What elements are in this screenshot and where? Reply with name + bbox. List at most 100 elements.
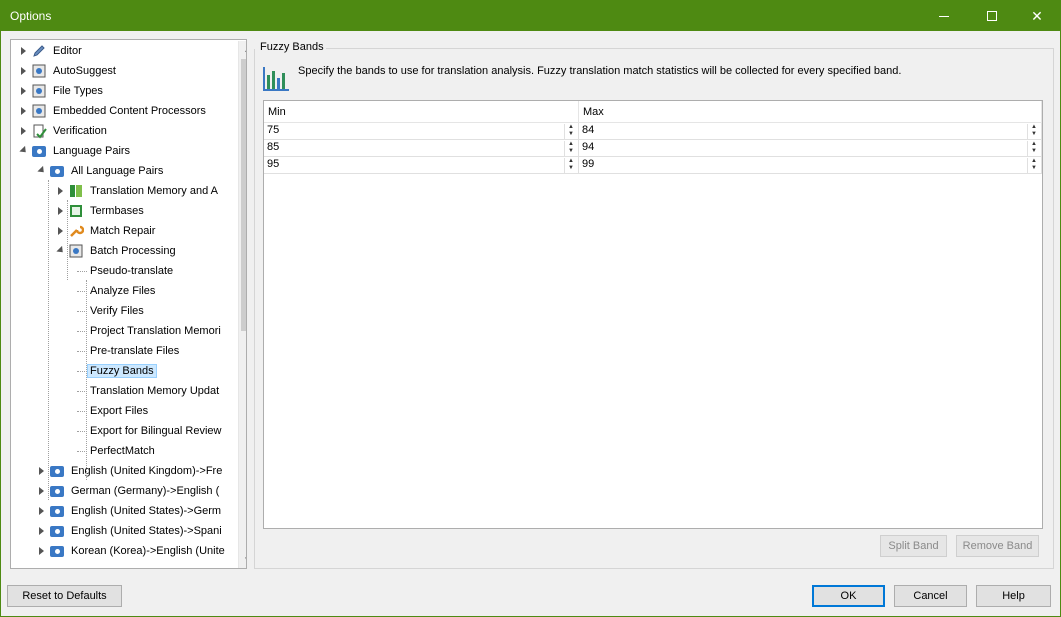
tree-item-label: Export Files <box>90 405 149 417</box>
expand-icon[interactable] <box>38 467 46 475</box>
language-pair-icon <box>49 163 65 179</box>
max-stepper[interactable]: 94 ▲ ▼ <box>579 140 1042 157</box>
spin-down-icon[interactable]: ▼ <box>565 131 577 138</box>
termbase-icon <box>68 203 84 219</box>
tree-item[interactable]: Batch Processing <box>68 242 179 260</box>
expand-icon[interactable] <box>20 67 28 75</box>
tree-item-label: Pre-translate Files <box>90 345 180 357</box>
tree-item[interactable]: Translation Memory Updat <box>87 382 222 400</box>
help-button[interactable]: Help <box>976 585 1051 607</box>
tree-item[interactable]: File Types <box>31 82 106 100</box>
tree-item[interactable]: Export Files <box>87 402 151 420</box>
column-header-max[interactable]: Max <box>579 101 1042 123</box>
tree-item[interactable]: English (United States)->Spani <box>49 522 225 540</box>
close-button[interactable]: ✕ <box>1014 1 1060 31</box>
tree-item[interactable]: Korean (Korea)->English (Unite <box>49 542 228 560</box>
min-stepper[interactable]: 95 ▲ ▼ <box>264 157 579 174</box>
max-stepper[interactable]: 99 ▲ ▼ <box>579 157 1042 174</box>
minimize-button[interactable] <box>921 1 967 31</box>
tree-item[interactable]: Analyze Files <box>87 282 158 300</box>
spin-down-icon[interactable]: ▼ <box>565 148 577 155</box>
min-value: 95 <box>267 158 280 170</box>
tree-item[interactable]: Pre-translate Files <box>87 342 182 360</box>
column-header-min[interactable]: Min <box>264 101 579 123</box>
expand-icon[interactable] <box>57 207 65 215</box>
expand-icon[interactable] <box>38 487 46 495</box>
minimize-icon <box>939 15 949 17</box>
remove-band-button[interactable]: Remove Band <box>956 535 1039 557</box>
spin-up-icon[interactable]: ▲ <box>565 124 577 131</box>
collapse-icon[interactable] <box>38 167 46 175</box>
spin-buttons[interactable]: ▲ ▼ <box>564 124 577 139</box>
tree-item[interactable]: Verify Files <box>87 302 147 320</box>
expand-icon[interactable] <box>20 87 28 95</box>
spin-up-icon[interactable]: ▲ <box>565 141 577 148</box>
expand-icon[interactable] <box>57 227 65 235</box>
spin-buttons[interactable]: ▲ ▼ <box>1027 124 1040 139</box>
tree-scrollbar[interactable]: ▲ ▼ <box>238 41 246 568</box>
tree-item-label: PerfectMatch <box>90 445 155 457</box>
spin-up-icon[interactable]: ▲ <box>1028 141 1040 148</box>
spin-down-icon[interactable]: ▼ <box>1028 148 1040 155</box>
scroll-up-button[interactable]: ▲ <box>239 41 246 58</box>
expand-icon[interactable] <box>20 47 28 55</box>
tree-item-label: Pseudo-translate <box>90 265 174 277</box>
tree-item[interactable]: Language Pairs <box>31 142 133 160</box>
min-stepper[interactable]: 85 ▲ ▼ <box>264 140 579 157</box>
expand-icon[interactable] <box>20 107 28 115</box>
tree-item-label: Verification <box>53 125 107 137</box>
spin-buttons[interactable]: ▲ ▼ <box>564 158 577 173</box>
maximize-button[interactable] <box>969 1 1015 31</box>
expand-icon[interactable] <box>57 187 65 195</box>
tree-item[interactable]: Verification <box>31 122 110 140</box>
spin-buttons[interactable]: ▲ ▼ <box>1027 158 1040 173</box>
tree-item[interactable]: Termbases <box>68 202 147 220</box>
split-band-button[interactable]: Split Band <box>880 535 947 557</box>
tree-item[interactable]: Fuzzy Bands <box>87 362 157 380</box>
expand-icon[interactable] <box>20 127 28 135</box>
expand-icon[interactable] <box>38 507 46 515</box>
max-value: 84 <box>582 124 595 136</box>
tree-item[interactable]: Pseudo-translate <box>87 262 176 280</box>
collapse-icon[interactable] <box>57 247 65 255</box>
tree-item[interactable]: German (Germany)->English ( <box>49 482 222 500</box>
spin-up-icon[interactable]: ▲ <box>1028 124 1040 131</box>
language-pair-icon <box>31 143 47 159</box>
tree-item[interactable]: All Language Pairs <box>49 162 166 180</box>
spin-down-icon[interactable]: ▼ <box>1028 131 1040 138</box>
grid-header: Min Max <box>264 101 1042 123</box>
spin-down-icon[interactable]: ▼ <box>1028 165 1040 172</box>
min-stepper[interactable]: 75 ▲ ▼ <box>264 123 579 140</box>
spin-up-icon[interactable]: ▲ <box>565 158 577 165</box>
tree-item-label: All Language Pairs <box>71 165 164 177</box>
translation-memory-icon <box>68 183 84 199</box>
tree-item-label: Korean (Korea)->English (Unite <box>71 545 225 557</box>
collapse-icon[interactable] <box>20 147 28 155</box>
panel-description: Specify the bands to use for translation… <box>298 65 902 77</box>
tree-item[interactable]: Editor <box>31 42 85 60</box>
tree-item[interactable]: AutoSuggest <box>31 62 119 80</box>
tree-item[interactable]: Translation Memory and A <box>68 182 221 200</box>
cancel-button[interactable]: Cancel <box>894 585 967 607</box>
reset-to-defaults-button[interactable]: Reset to Defaults <box>7 585 122 607</box>
ok-button[interactable]: OK <box>812 585 885 607</box>
tree-item[interactable]: PerfectMatch <box>87 442 158 460</box>
tree-item-label: Export for Bilingual Review <box>90 425 222 437</box>
scroll-thumb[interactable] <box>241 59 246 331</box>
tree-item[interactable]: Export for Bilingual Review <box>87 422 224 440</box>
spin-up-icon[interactable]: ▲ <box>1028 158 1040 165</box>
spin-buttons[interactable]: ▲ ▼ <box>564 141 577 156</box>
scroll-down-button[interactable]: ▼ <box>239 551 246 568</box>
spin-buttons[interactable]: ▲ ▼ <box>1027 141 1040 156</box>
max-stepper[interactable]: 84 ▲ ▼ <box>579 123 1042 140</box>
tree-item[interactable]: English (United Kingdom)->Fre <box>49 462 225 480</box>
options-tree[interactable]: ▲ ▼ Editor AutoSuggest File Types Embedded … <box>10 39 247 569</box>
tree-item[interactable]: English (United States)->Germ <box>49 502 224 520</box>
max-value: 94 <box>582 141 595 153</box>
spin-down-icon[interactable]: ▼ <box>565 165 577 172</box>
expand-icon[interactable] <box>38 527 46 535</box>
tree-item[interactable]: Project Translation Memori <box>87 322 224 340</box>
tree-item[interactable]: Match Repair <box>68 222 158 240</box>
expand-icon[interactable] <box>38 547 46 555</box>
tree-item[interactable]: Embedded Content Processors <box>31 102 209 120</box>
